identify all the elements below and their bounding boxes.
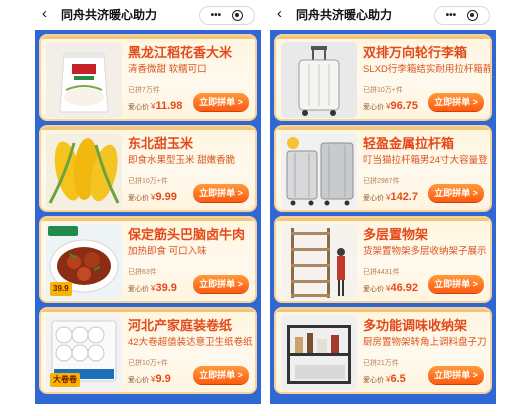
product-name: 黑龙江稻花香大米 xyxy=(128,45,233,60)
price-row: 爱心价 ¥6.5 xyxy=(363,372,406,387)
sold-count: 已拼10万+件 xyxy=(128,360,168,367)
product-description: 42大卷超值装达意卫生纸卷纸 xyxy=(128,337,253,348)
right-phone-screen: ‹ 同舟共济暖心助力 ••• 双排万向轮行李箱 SLXD行李箱结实耐用拉杆箱静 … xyxy=(270,0,496,404)
price-label: 爱心价 xyxy=(128,286,149,293)
join-group-button[interactable]: 立即拼单 > xyxy=(428,275,484,293)
product-image-sweet-corn xyxy=(46,133,122,209)
page-title: 同舟共济暖心助力 xyxy=(61,8,158,22)
price-row: 爱心价 ¥39.9 xyxy=(128,281,177,296)
price-value: 11.98 xyxy=(155,100,183,112)
back-chevron-icon[interactable]: ‹ xyxy=(277,6,282,22)
sold-count: 已拼63件 xyxy=(128,269,157,276)
join-group-button[interactable]: 立即拼单 > xyxy=(193,184,249,202)
price-value: 6.5 xyxy=(390,373,406,385)
product-card[interactable]: 多功能调味收纳架 厨房置物架转角上调料盘子刀 已拼21万件 爱心价 ¥6.5 立即… xyxy=(274,307,492,394)
back-chevron-icon[interactable]: ‹ xyxy=(42,6,47,22)
price-label: 爱心价 xyxy=(363,104,384,111)
price-row: 爱心价 ¥9.9 xyxy=(128,372,171,387)
product-description: 清香微甜 软糯可口 xyxy=(128,64,207,75)
product-card[interactable]: 双排万向轮行李箱 SLXD行李箱结实耐用拉杆箱静 已拼10万+件 爱心价 ¥96.… xyxy=(274,34,492,121)
product-description: 厨房置物架转角上调料盘子刀 xyxy=(363,337,487,348)
product-image-braised-beef: 39.9 xyxy=(46,224,122,300)
product-image-toilet-paper: 大卷卷 xyxy=(46,315,122,391)
product-name: 轻盈金属拉杆箱 xyxy=(363,136,455,151)
price-tag-badge: 39.9 xyxy=(50,282,72,296)
sold-count: 已拼10万+件 xyxy=(128,178,168,185)
price-row: 爱心价 ¥96.75 xyxy=(363,99,418,114)
product-description: 加热即食 可口入味 xyxy=(128,246,207,257)
product-name: 多功能调味收纳架 xyxy=(363,318,468,333)
price-row: 爱心价 ¥46.92 xyxy=(363,281,418,296)
close-target-icon[interactable] xyxy=(232,10,244,21)
product-name: 东北甜玉米 xyxy=(128,136,194,151)
price-row: 爱心价 ¥9.99 xyxy=(128,190,177,205)
nav-bar: ‹ 同舟共济暖心助力 ••• xyxy=(35,0,261,30)
product-image-luggage-silver xyxy=(281,133,357,209)
left-phone-screen: ‹ 同舟共济暖心助力 ••• 黑龙江稻花香大米 清香微甜 软糯可口 已拼7万件 … xyxy=(35,0,261,404)
price-value: 46.92 xyxy=(390,282,418,294)
price-value: 142.7 xyxy=(390,191,418,203)
mini-program-capsule: ••• xyxy=(434,6,490,25)
product-card[interactable]: 轻盈金属拉杆箱 叮当猫拉杆箱男24寸大容量登 已拼2987件 爱心价 ¥142.7… xyxy=(274,125,492,212)
price-row: 爱心价 ¥142.7 xyxy=(363,190,418,205)
product-name: 多层置物架 xyxy=(363,227,429,242)
sold-count: 已拼4431件 xyxy=(363,269,400,276)
price-label: 爱心价 xyxy=(363,195,384,202)
price-label: 爱心价 xyxy=(128,104,149,111)
join-group-button[interactable]: 立即拼单 > xyxy=(428,366,484,384)
mini-program-capsule: ••• xyxy=(199,6,255,25)
close-target-icon[interactable] xyxy=(467,10,479,21)
nav-bar: ‹ 同舟共济暖心助力 ••• xyxy=(270,0,496,30)
product-card[interactable]: 黑龙江稻花香大米 清香微甜 软糯可口 已拼7万件 爱心价 ¥11.98 立即拼单 … xyxy=(39,34,257,121)
sold-count: 已拼10万+件 xyxy=(363,87,403,94)
more-dots-icon[interactable]: ••• xyxy=(446,10,457,21)
join-group-button[interactable]: 立即拼单 > xyxy=(428,184,484,202)
product-card[interactable]: 大卷卷 河北产家庭装卷纸 42大卷超值装达意卫生纸卷纸 已拼10万+件 爱心价 ¥… xyxy=(39,307,257,394)
product-description: SLXD行李箱结实耐用拉杆箱静 xyxy=(363,64,492,75)
product-card[interactable]: 39.9 保定筋头巴脑卤牛肉 加热即食 可口入味 已拼63件 爱心价 ¥39.9 … xyxy=(39,216,257,303)
product-image-spice-rack xyxy=(281,315,357,391)
join-group-button[interactable]: 立即拼单 > xyxy=(193,93,249,111)
product-image-storage-shelf xyxy=(281,224,357,300)
product-card[interactable]: 东北甜玉米 即食水果型玉米 甜嫩香脆 已拼10万+件 爱心价 ¥9.99 立即拼单… xyxy=(39,125,257,212)
product-image-luggage-white xyxy=(281,42,357,118)
price-label: 爱心价 xyxy=(363,286,384,293)
product-name: 双排万向轮行李箱 xyxy=(363,45,468,60)
price-label: 爱心价 xyxy=(128,195,149,202)
price-value: 96.75 xyxy=(390,100,418,112)
join-group-button[interactable]: 立即拼单 > xyxy=(193,366,249,384)
join-group-button[interactable]: 立即拼单 > xyxy=(428,93,484,111)
product-name: 河北产家庭装卷纸 xyxy=(128,318,233,333)
sold-count: 已拼21万件 xyxy=(363,360,399,367)
product-badge: 大卷卷 xyxy=(50,373,80,387)
product-description: 货架置物架多层收纳架子展示 xyxy=(363,246,487,257)
product-description: 即食水果型玉米 甜嫩香脆 xyxy=(128,155,236,166)
join-group-button[interactable]: 立即拼单 > xyxy=(193,275,249,293)
price-label: 爱心价 xyxy=(363,377,384,384)
price-label: 爱心价 xyxy=(128,377,149,384)
price-value: 9.99 xyxy=(155,191,177,203)
price-value: 9.9 xyxy=(155,373,171,385)
price-row: 爱心价 ¥11.98 xyxy=(128,99,182,114)
product-image-rice-bag xyxy=(46,42,122,118)
sold-count: 已拼7万件 xyxy=(128,87,160,94)
more-dots-icon[interactable]: ••• xyxy=(211,10,222,21)
sold-count: 已拼2987件 xyxy=(363,178,400,185)
price-value: 39.9 xyxy=(155,282,177,294)
page-title: 同舟共济暖心助力 xyxy=(296,8,393,22)
product-card[interactable]: 多层置物架 货架置物架多层收纳架子展示 已拼4431件 爱心价 ¥46.92 立即… xyxy=(274,216,492,303)
product-name: 保定筋头巴脑卤牛肉 xyxy=(128,227,246,242)
product-description: 叮当猫拉杆箱男24寸大容量登 xyxy=(363,155,488,166)
